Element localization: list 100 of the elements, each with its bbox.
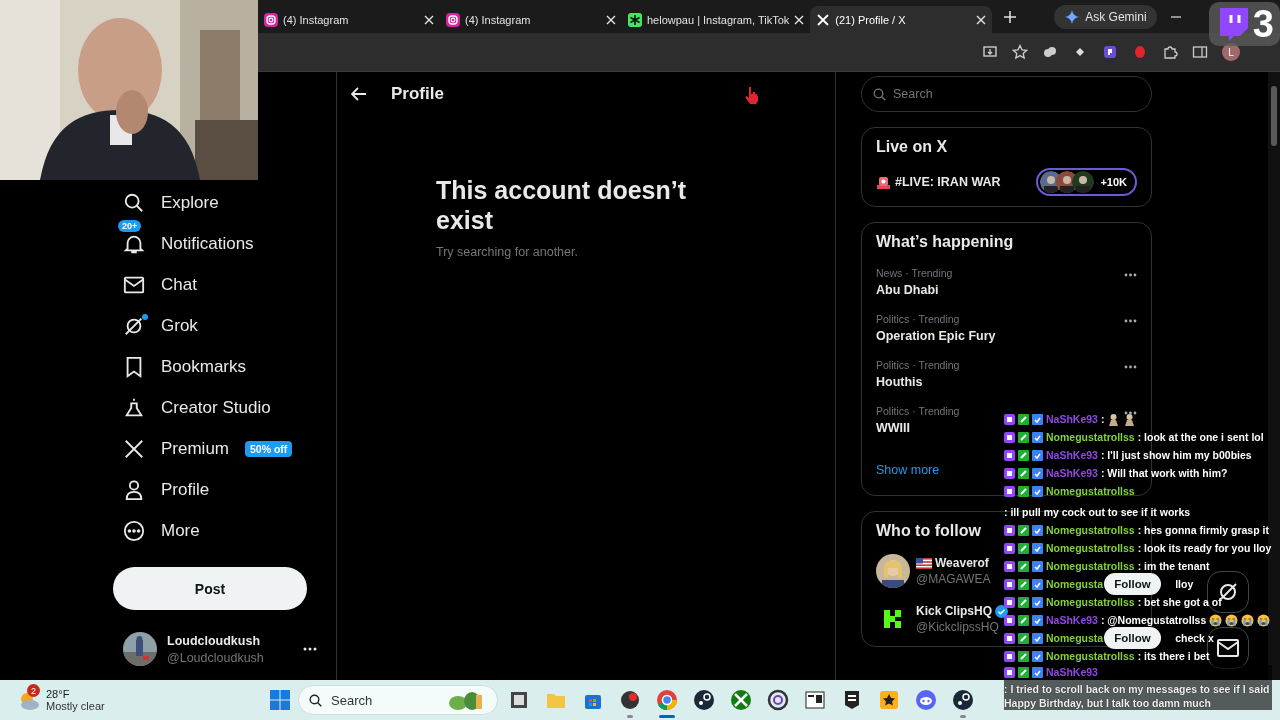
chat-username: Nomegustatrollss xyxy=(1046,484,1135,499)
close-icon[interactable] xyxy=(606,14,616,25)
trend-category: News · Trending xyxy=(876,267,953,279)
ask-gemini-button[interactable]: Ask Gemini xyxy=(1054,4,1157,29)
account-name: Kick ClipsHQ xyxy=(916,604,993,618)
close-icon[interactable] xyxy=(976,14,987,25)
nav-item[interactable]: Explore xyxy=(113,182,219,223)
nav-item[interactable]: Premium 50% off xyxy=(113,428,293,469)
nav-item[interactable]: Grok xyxy=(113,305,198,346)
badge-icon xyxy=(1018,578,1029,590)
nav-item[interactable]: Chat xyxy=(113,264,197,305)
trend-title[interactable]: Houthis xyxy=(876,375,960,389)
close-icon[interactable] xyxy=(794,14,805,25)
grok-button[interactable] xyxy=(1207,571,1249,613)
extension-icon[interactable] xyxy=(1132,44,1148,60)
extension-square-icon[interactable] xyxy=(1102,44,1118,60)
badge-icon xyxy=(1018,650,1029,662)
chat-message: : its there i bet xyxy=(1137,649,1210,664)
nav-item[interactable]: More xyxy=(113,510,200,551)
badge-icon xyxy=(1004,666,1015,678)
badge-icon xyxy=(1004,596,1015,608)
star-icon[interactable] xyxy=(1012,44,1028,60)
puzzle-icon[interactable] xyxy=(1162,44,1178,60)
badge-icon xyxy=(1032,485,1043,497)
instagram-icon xyxy=(264,12,278,27)
emote-icon xyxy=(1209,613,1223,627)
badge-icon xyxy=(1004,560,1015,572)
star-badge-icon xyxy=(877,689,900,711)
nav-item[interactable]: Bookmarks xyxy=(113,346,247,387)
asterisk-icon xyxy=(628,12,642,27)
live-viewers-pill[interactable]: +10K xyxy=(1036,168,1137,196)
emote-icon xyxy=(1257,613,1271,627)
chat-message: : I'll just show him my b00bies xyxy=(1100,448,1252,463)
instagram-icon xyxy=(446,12,460,27)
trend-category: Politics · Trending xyxy=(876,359,960,371)
chat-username: Nomegusta xyxy=(1046,631,1104,646)
archive-icon xyxy=(803,689,826,711)
badge-icon xyxy=(1032,596,1043,608)
search-field[interactable]: Search xyxy=(861,76,1152,112)
sidebar-icon[interactable] xyxy=(1192,44,1208,60)
emote-icon xyxy=(1107,412,1121,426)
chat-message: : @Nomegustatrollss xyxy=(1100,613,1207,628)
x-logo-icon xyxy=(123,437,145,460)
badge-icon xyxy=(1004,413,1015,425)
show-more-link[interactable]: Show more xyxy=(876,463,940,477)
trend-category: Politics · Trending xyxy=(876,405,960,417)
weather-condition: Mostly clear xyxy=(46,700,105,712)
badge-icon xyxy=(1018,449,1029,461)
badge-icon xyxy=(1032,614,1043,626)
live-event-title[interactable]: #LIVE: IRAN WAR xyxy=(895,175,1033,189)
badge-icon xyxy=(1004,650,1015,662)
chat-message: : ill pull my cock out to see if it works xyxy=(1004,505,1191,520)
more-icon[interactable] xyxy=(1124,319,1137,323)
xbox-icon xyxy=(729,689,752,711)
close-icon[interactable] xyxy=(424,14,434,25)
emote-icon xyxy=(1241,613,1255,627)
more-icon[interactable] xyxy=(1124,411,1137,415)
browser-tab[interactable]: (21) Profile / X xyxy=(810,6,993,33)
more-icon[interactable] xyxy=(1124,365,1137,369)
search-icon xyxy=(873,88,886,101)
siren-icon xyxy=(876,175,891,189)
nav-item[interactable]: Profile xyxy=(113,469,210,510)
trend-title[interactable]: Operation Epic Fury xyxy=(876,329,996,343)
badge-icon xyxy=(1004,578,1015,590)
emote-icon xyxy=(1225,613,1239,627)
card-title: Live on X xyxy=(876,138,948,156)
hand-cursor-icon xyxy=(744,86,760,104)
windows-start-icon[interactable] xyxy=(270,690,290,710)
follow-button[interactable]: Follow xyxy=(1104,627,1161,649)
badge-icon xyxy=(1032,467,1043,479)
badge-icon xyxy=(1032,449,1043,461)
post-button[interactable]: Post xyxy=(113,567,307,610)
badge-icon xyxy=(1018,614,1029,626)
trend-title[interactable]: WWIII xyxy=(876,421,960,435)
emote-icon xyxy=(1123,412,1137,426)
trend-title[interactable]: Abu Dhabi xyxy=(876,283,953,297)
person-icon xyxy=(123,478,145,501)
more-icon[interactable] xyxy=(303,647,317,651)
taskbar-search-field[interactable]: Search xyxy=(298,685,498,715)
more-icon[interactable] xyxy=(1124,273,1137,277)
install-icon[interactable] xyxy=(982,44,998,60)
scroll-thumb[interactable] xyxy=(1271,86,1277,146)
chat-message: : look its ready for you lloy xyxy=(1137,541,1272,556)
chat-username: NaShKe93 xyxy=(1046,448,1098,463)
nav-item[interactable]: 20+ Notifications xyxy=(113,223,254,264)
nav-item[interactable]: Creator Studio xyxy=(113,387,271,428)
account-handle: @KickclipssHQ xyxy=(916,620,999,634)
badge-icon xyxy=(1032,524,1043,536)
browser-tab[interactable]: (4) Instagram xyxy=(440,6,622,33)
follow-button[interactable]: Follow xyxy=(1104,573,1161,595)
badge-icon xyxy=(1004,467,1015,479)
browser-tab[interactable]: helowpau | Instagram, TikTok xyxy=(622,6,811,33)
browser-tab[interactable]: (4) Instagram xyxy=(258,6,440,33)
discord-icon xyxy=(914,689,937,711)
back-arrow-icon[interactable] xyxy=(351,87,367,101)
new-tab-icon[interactable] xyxy=(1004,10,1017,23)
badge-icon xyxy=(1004,524,1015,536)
chat-username: Nomegustatrollss xyxy=(1046,430,1135,445)
cloud-icon[interactable] xyxy=(1042,44,1058,60)
chat-message: check x xyxy=(1175,631,1214,646)
